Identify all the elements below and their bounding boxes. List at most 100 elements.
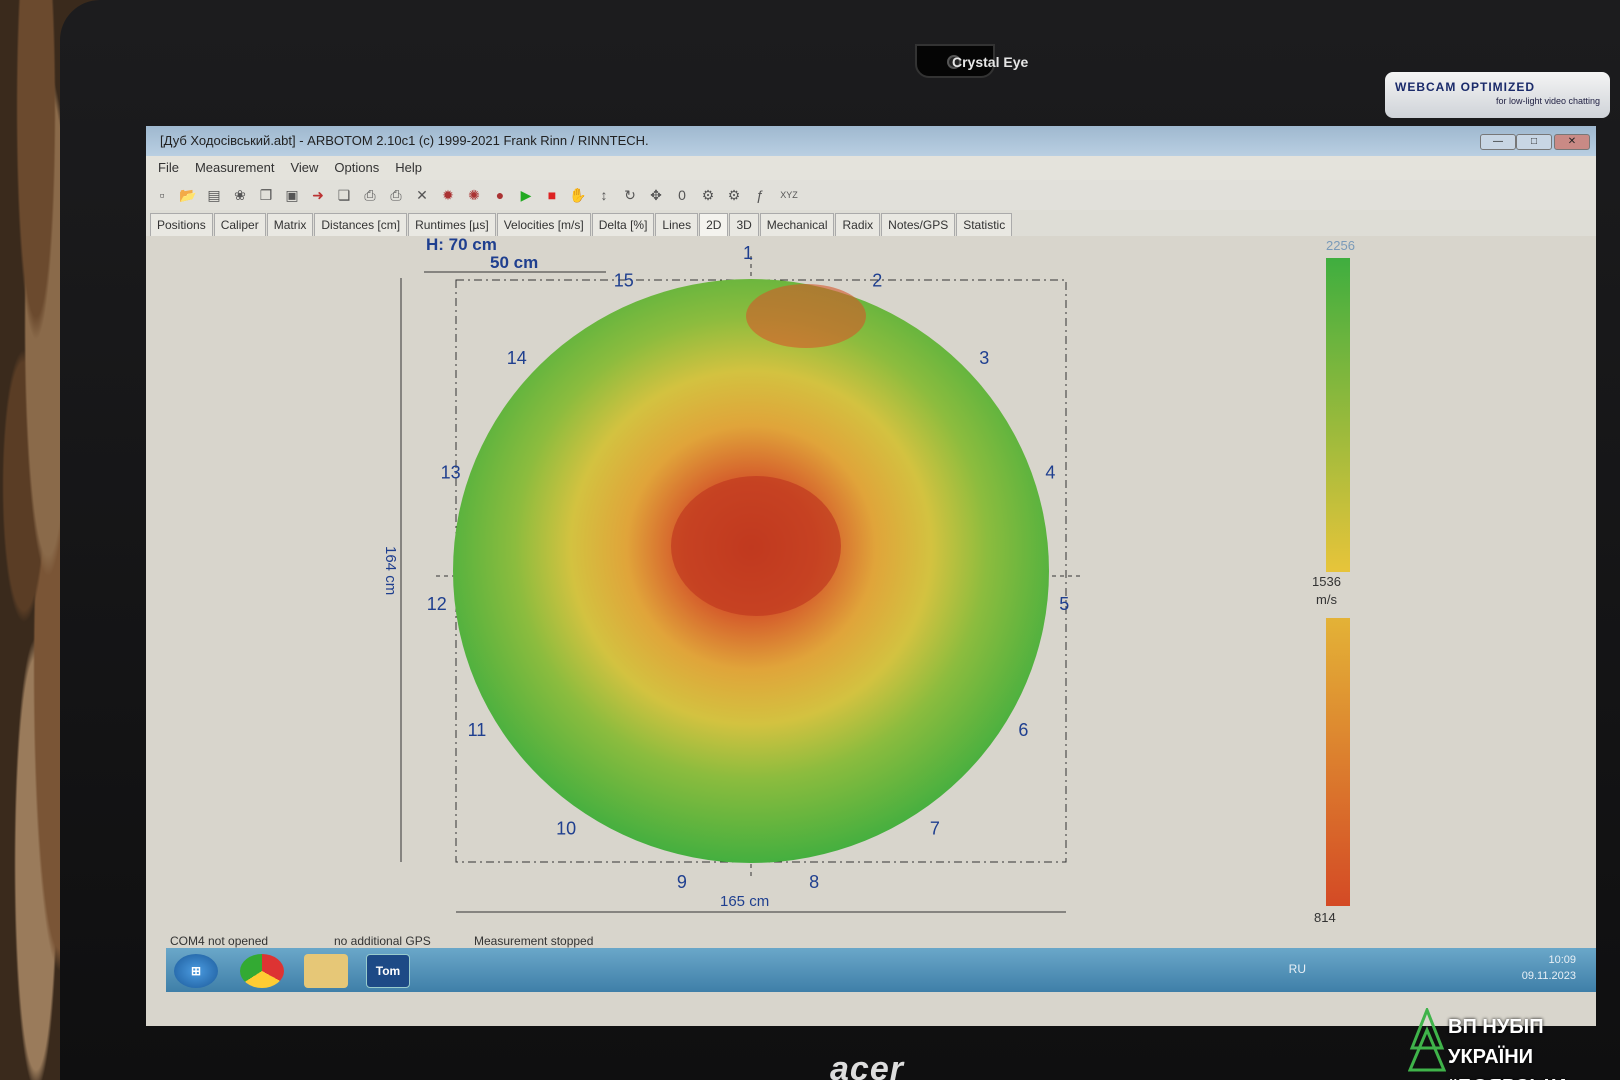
window-titlebar: [Дуб Ходосівський.abt] - ARBOTOM 2.10c1 …: [146, 126, 1596, 156]
webcam-sticker: WEBCAM OPTIMIZED for low-light video cha…: [1385, 72, 1610, 118]
measure-icon[interactable]: ●: [490, 185, 510, 205]
sensor-label-6: 6: [1018, 720, 1028, 740]
config-icon[interactable]: ⚙: [724, 185, 744, 205]
tab-bar: Positions Caliper Matrix Distances [cm] Runt…: [146, 210, 1596, 236]
sensor-label-5: 5: [1059, 594, 1069, 614]
status-bar: COM4 not opened no additional GPS Measur…: [166, 930, 1596, 950]
tab-lines[interactable]: Lines: [655, 213, 699, 236]
settings-icon[interactable]: ⚙: [698, 185, 718, 205]
save-icon[interactable]: ▣: [282, 185, 302, 205]
stop-icon[interactable]: ■: [542, 185, 562, 205]
tab-2d[interactable]: 2D: [699, 213, 729, 236]
hammer-icon[interactable]: ✹: [438, 185, 458, 205]
print-preview-icon[interactable]: ⎙: [386, 185, 406, 205]
sticker-subtitle: for low-light video chatting: [1495, 96, 1600, 106]
tab-notes-gps[interactable]: Notes/GPS: [881, 213, 956, 236]
hand-icon[interactable]: ✋: [568, 185, 588, 205]
scale-unit: m/s: [1316, 592, 1337, 607]
chrome-icon[interactable]: [240, 954, 284, 988]
rotate-icon[interactable]: ↻: [620, 185, 640, 205]
tab-matrix[interactable]: Matrix: [266, 213, 314, 236]
open-folder-icon[interactable]: 📂: [178, 185, 198, 205]
scale-min: 814: [1314, 910, 1336, 925]
maximize-button[interactable]: □: [1516, 134, 1552, 150]
open-tree-icon[interactable]: ▤: [204, 185, 224, 205]
language-indicator[interactable]: RU: [1289, 962, 1306, 976]
export-icon[interactable]: ➜: [308, 185, 328, 205]
tab-distances-cm[interactable]: Distances [cm]: [314, 213, 408, 236]
sensor-label-2: 2: [872, 271, 882, 291]
menu-item-help[interactable]: Help: [395, 160, 422, 175]
decay-core: [671, 476, 841, 616]
menu-bar: File Measurement View Options Help: [146, 156, 1596, 180]
paste-icon[interactable]: ❏: [334, 185, 354, 205]
status-com: COM4 not opened: [170, 934, 269, 948]
status-gps: no additional GPS: [334, 934, 431, 948]
width-dimension: 165 cm: [720, 893, 769, 910]
function-icon[interactable]: ƒ: [750, 185, 770, 205]
new-file-icon[interactable]: ▫: [152, 185, 172, 205]
window-title: [Дуб Ходосівський.abt] - ARBOTOM 2.10c1 …: [160, 133, 649, 148]
scale-max: 2256: [1326, 238, 1355, 253]
depth-dimension: 164 cm: [382, 546, 399, 595]
explorer-icon[interactable]: [304, 954, 348, 988]
sensor-label-1: 1: [743, 243, 753, 263]
sticker-title: WEBCAM OPTIMIZED: [1395, 80, 1535, 94]
counter-text: 0: [678, 187, 686, 203]
tree-logo-icon: [1408, 1008, 1446, 1072]
menu-item-options[interactable]: Options: [334, 160, 379, 175]
tab-radix[interactable]: Radix: [835, 213, 881, 236]
laptop-brand: acer: [830, 1050, 904, 1080]
system-tray-clock[interactable]: 10:09 09.11.2023: [1522, 952, 1576, 984]
menu-item-view[interactable]: View: [290, 160, 318, 175]
sensor-label-11: 11: [468, 720, 487, 740]
arbotom-taskbar-app[interactable]: Tom: [366, 954, 410, 988]
tab-delta[interactable]: Delta [%]: [591, 213, 655, 236]
tab-mechanical[interactable]: Mechanical: [759, 213, 835, 236]
watermark: ВП НУБІП УКРАЇНИ “БОЯРСЬКА ЛДС”: [1408, 1008, 1618, 1080]
toolbar: ▫ 📂 ▤ ❀ ❐ ▣ ➜ ❏ ⎙ ⎙ ✕ ✹ ✺ ● ▶ ■ ✋ ↕ ↻ ✥ …: [146, 180, 1596, 210]
tab-runtimes-s[interactable]: Runtimes [µs]: [408, 213, 496, 236]
menu-item-file[interactable]: File: [158, 160, 179, 175]
tomogram-canvas: H: 70 cm 50 cm 164 cm 165 cm 12345678910…: [382, 236, 1355, 925]
sensor-label-4: 4: [1045, 463, 1055, 483]
decay-top: [746, 284, 866, 348]
sensor-label-14: 14: [507, 348, 527, 368]
move-icon[interactable]: ✥: [646, 185, 666, 205]
print-icon[interactable]: ⎙: [360, 185, 380, 205]
sensor-label-13: 13: [441, 463, 461, 483]
tab-statistic[interactable]: Statistic: [956, 213, 1013, 236]
copy-icon[interactable]: ❐: [256, 185, 276, 205]
watermark-line1: ВП НУБІП УКРАЇНИ: [1448, 1016, 1544, 1068]
delete-icon[interactable]: ✕: [412, 185, 432, 205]
watermark-line2: “БОЯРСЬКА ЛДС”: [1418, 1072, 1618, 1080]
menu-item-measurement[interactable]: Measurement: [195, 160, 274, 175]
status-measurement: Measurement stopped: [474, 934, 594, 948]
scale-bar-label: 50 cm: [490, 253, 538, 272]
minimize-button[interactable]: —: [1480, 134, 1516, 150]
sensor-label-12: 12: [427, 594, 447, 614]
clock-date: 09.11.2023: [1521, 970, 1576, 982]
sensor-label-7: 7: [930, 818, 940, 838]
vertical-arrow-icon[interactable]: ↕: [594, 185, 614, 205]
tab-positions[interactable]: Positions: [150, 213, 213, 236]
tab-caliper[interactable]: Caliper: [213, 213, 266, 236]
tab-velocities-m-s[interactable]: Velocities [m/s]: [496, 213, 591, 236]
camera-label: Crystal Eye: [952, 54, 1029, 70]
sensor-icon[interactable]: ✺: [464, 185, 484, 205]
tree-icon[interactable]: ❀: [230, 185, 250, 205]
taskbar: ⊞ Tom RU 10:09 09.11.2023: [166, 948, 1596, 992]
tab-3d[interactable]: 3D: [729, 213, 759, 236]
start-button[interactable]: ⊞: [174, 954, 218, 988]
scale-mid: 1536: [1312, 574, 1341, 589]
clock-time: 10:09: [1548, 954, 1576, 966]
play-icon[interactable]: ▶: [516, 185, 536, 205]
laptop-screen: [Дуб Ходосівський.abt] - ARBOTOM 2.10c1 …: [146, 126, 1596, 1026]
sensor-label-15: 15: [614, 271, 634, 291]
sensor-label-10: 10: [556, 818, 576, 838]
sensor-label-3: 3: [979, 348, 989, 368]
color-scale: 2256 1536 m/s 814: [1312, 238, 1355, 925]
close-button[interactable]: ✕: [1554, 134, 1590, 150]
sensor-label-8: 8: [809, 872, 819, 892]
xyz-button[interactable]: XYZ: [776, 185, 802, 205]
